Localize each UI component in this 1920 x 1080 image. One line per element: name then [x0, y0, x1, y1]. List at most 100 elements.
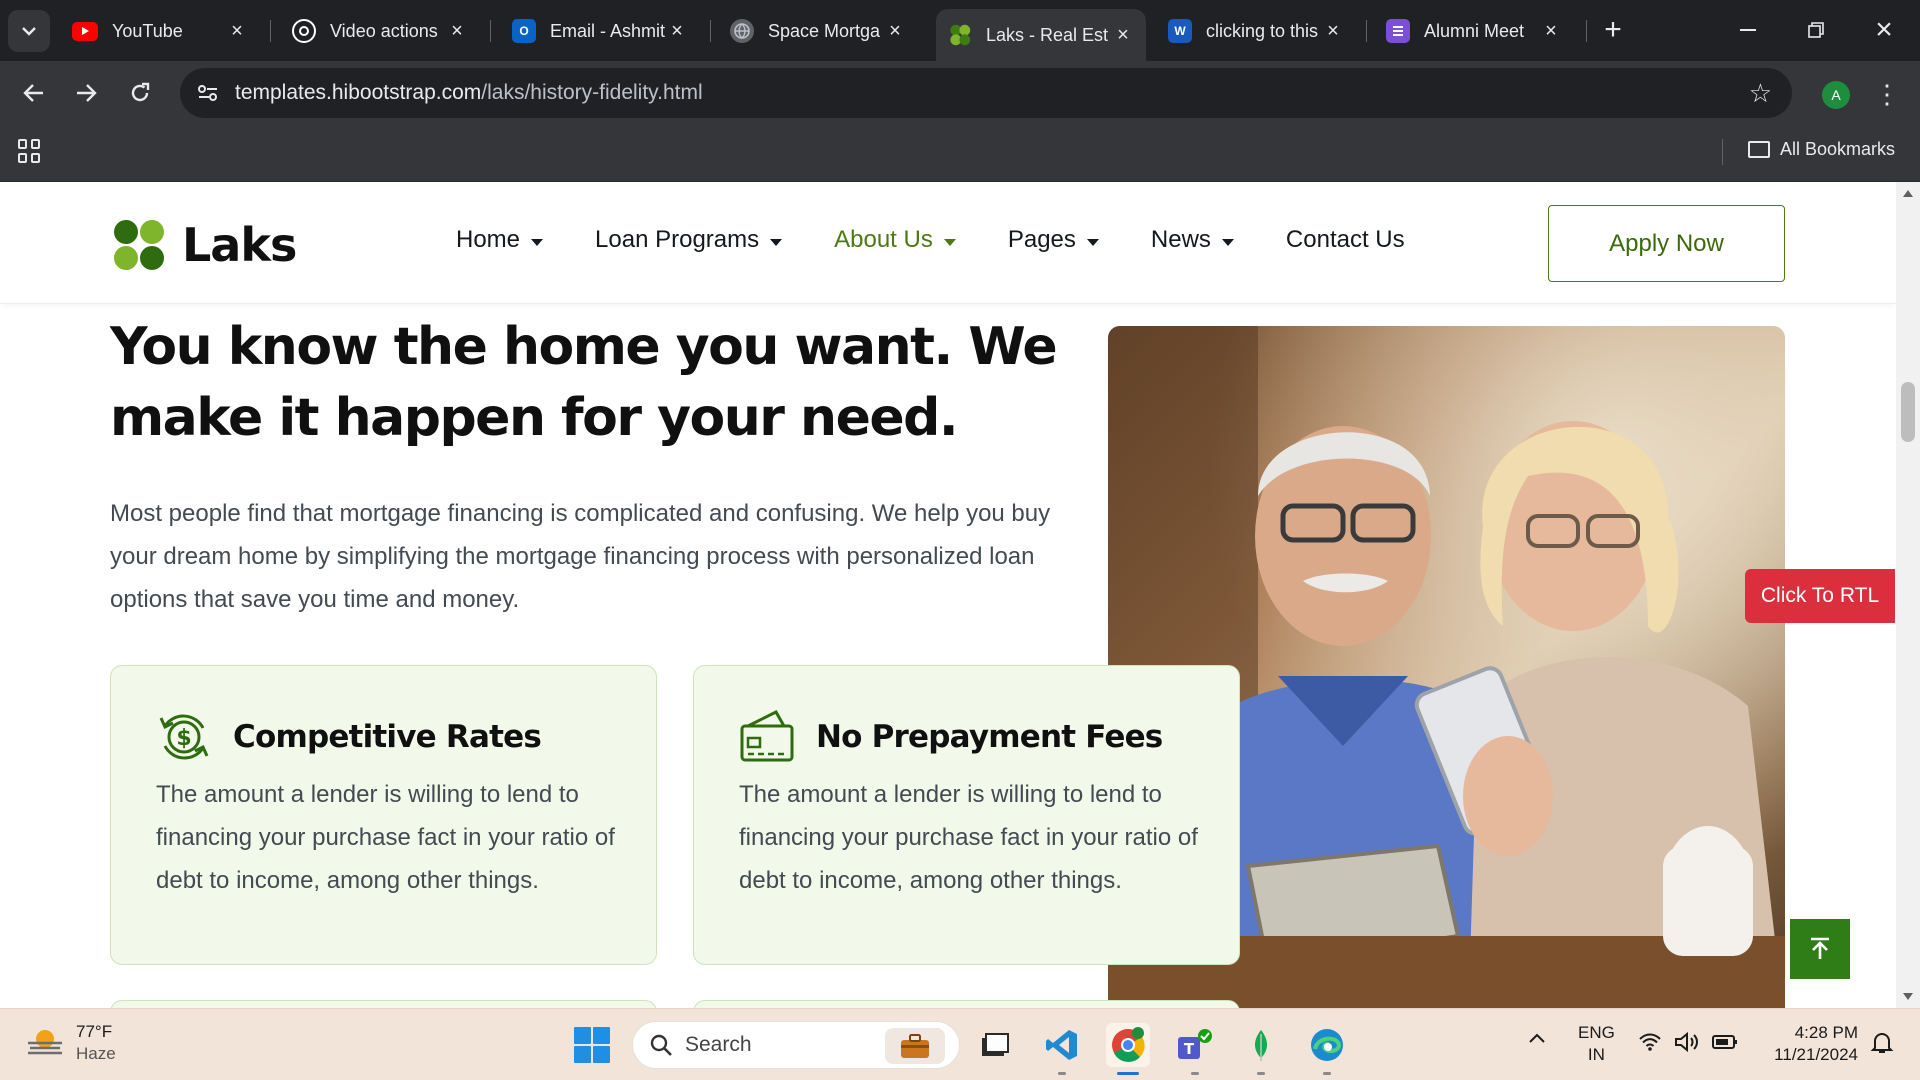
feature-card-competitive-rates: $ Competitive Rates The amount a lender …	[110, 665, 657, 965]
bookmarks-bar: All Bookmarks	[0, 127, 1920, 182]
dollar-cycle-icon: $	[159, 714, 209, 760]
show-hidden-icons-button[interactable]	[1528, 1029, 1546, 1049]
all-bookmarks-button[interactable]: All Bookmarks	[1748, 139, 1895, 160]
globe-icon	[730, 19, 754, 43]
nav-loan-programs[interactable]: Loan Programs	[595, 226, 783, 254]
nav-label: News	[1150, 226, 1211, 253]
chevron-down-icon	[22, 27, 36, 36]
caret-down-icon	[1221, 238, 1234, 246]
search-placeholder: Search	[685, 1033, 752, 1056]
taskbar-search-box[interactable]: Search	[632, 1021, 960, 1069]
close-icon[interactable]: ×	[1322, 20, 1344, 42]
taskbar-chrome[interactable]	[1106, 1023, 1150, 1075]
caret-down-icon	[943, 238, 956, 246]
browser-toolbar: templates.hibootstrap.com/laks/history-f…	[0, 61, 1920, 127]
close-icon[interactable]: ×	[884, 20, 906, 42]
tab-title: Email - Ashmit	[550, 20, 666, 41]
feature-card-no-prepayment-fees: No Prepayment Fees The amount a lender i…	[693, 665, 1240, 965]
back-to-top-button[interactable]	[1790, 919, 1850, 979]
taskbar-clock[interactable]: 4:28 PM 11/21/2024	[1760, 1022, 1858, 1066]
tab-title: Space Mortga	[768, 20, 881, 41]
taskbar-vscode[interactable]	[1040, 1023, 1084, 1075]
scroll-down-icon[interactable]	[1903, 993, 1913, 1000]
apps-grid-icon[interactable]	[18, 139, 42, 163]
close-icon[interactable]: ×	[666, 20, 688, 42]
nav-pages[interactable]: Pages	[1008, 226, 1099, 254]
close-icon[interactable]: ×	[1540, 20, 1562, 42]
bookmark-star-icon[interactable]: ☆	[1749, 78, 1772, 108]
clock-time: 4:28 PM	[1794, 1023, 1858, 1042]
language-code: ENG	[1578, 1023, 1615, 1042]
tab-title: YouTube	[112, 20, 183, 41]
running-indicator	[1058, 1072, 1066, 1075]
close-window-button[interactable]: ×	[1864, 10, 1904, 50]
forms-icon	[1386, 19, 1410, 43]
mongodb-leaf-icon	[1255, 1030, 1267, 1061]
clock-date: 11/21/2024	[1774, 1045, 1858, 1064]
taskbar-mongodb[interactable]	[1239, 1023, 1283, 1075]
site-logo[interactable]: Laks	[110, 216, 297, 274]
forward-button[interactable]	[66, 73, 106, 113]
close-icon[interactable]: ×	[226, 20, 248, 42]
taskbar-teams[interactable]: T	[1173, 1023, 1217, 1075]
laks-icon	[948, 23, 972, 47]
teams-icon: T	[1178, 1029, 1212, 1059]
reload-button[interactable]	[120, 73, 160, 113]
minimize-button[interactable]	[1728, 10, 1768, 50]
youtube-icon	[72, 21, 98, 41]
nav-contact-us[interactable]: Contact Us	[1286, 226, 1405, 254]
weather-widget[interactable]: 77°F Haze	[26, 1021, 116, 1065]
restore-button[interactable]	[1796, 10, 1836, 50]
profile-avatar[interactable]: A	[1822, 81, 1850, 109]
nav-home[interactable]: Home	[456, 226, 544, 254]
weather-description: Haze	[76, 1044, 116, 1063]
tab-video-actions[interactable]: Video actions ×	[280, 9, 480, 53]
battery-icon[interactable]	[1712, 1033, 1738, 1056]
tab-laks-active[interactable]: Laks - Real Est ×	[936, 9, 1146, 61]
briefcase-icon	[885, 1028, 945, 1064]
scrollbar-thumb[interactable]	[1901, 382, 1915, 442]
address-bar[interactable]: templates.hibootstrap.com/laks/history-f…	[180, 68, 1792, 118]
nav-label: Contact Us	[1285, 226, 1405, 253]
windows-start-icon[interactable]	[574, 1027, 610, 1063]
tab-word-doc[interactable]: W clicking to this ×	[1156, 9, 1356, 53]
feature-text: The amount a lender is willing to lend t…	[739, 781, 1198, 894]
url-path: /laks/history-fidelity.html	[481, 81, 703, 104]
taskbar-file-explorer[interactable]	[973, 1023, 1017, 1067]
close-icon[interactable]: ×	[446, 20, 468, 42]
volume-icon[interactable]	[1674, 1031, 1700, 1058]
tab-search-button[interactable]	[8, 10, 50, 52]
laks-clover-icon	[114, 220, 164, 270]
restore-icon	[1808, 22, 1824, 38]
site-info-icon[interactable]	[194, 79, 222, 107]
tab-email[interactable]: O Email - Ashmit ×	[500, 9, 700, 53]
arrow-right-icon	[77, 84, 97, 102]
close-icon[interactable]: ×	[1112, 24, 1134, 46]
click-to-rtl-button[interactable]: Click To RTL	[1745, 569, 1895, 623]
back-button[interactable]	[14, 73, 54, 113]
taskbar-edge[interactable]	[1305, 1023, 1349, 1075]
wifi-icon[interactable]	[1638, 1033, 1662, 1056]
task-view-icon	[982, 1033, 1009, 1056]
tab-alumni-meet[interactable]: Alumni Meet ×	[1374, 9, 1574, 53]
credit-card-icon	[740, 710, 794, 762]
notifications-icon[interactable]	[1870, 1031, 1894, 1060]
apply-now-button[interactable]: Apply Now	[1548, 205, 1785, 282]
page-scrollbar[interactable]	[1896, 182, 1920, 1008]
new-tab-button[interactable]: +	[1593, 10, 1633, 50]
weather-temperature: 77°F	[76, 1022, 113, 1041]
tab-youtube[interactable]: YouTube ×	[60, 9, 260, 53]
browser-menu-icon[interactable]: ⋮	[1872, 79, 1902, 111]
language-indicator[interactable]: ENG IN	[1578, 1022, 1615, 1066]
tab-title: Laks - Real Est	[986, 24, 1109, 45]
svg-text:T: T	[1184, 1040, 1195, 1058]
url-text[interactable]: templates.hibootstrap.com/laks/history-f…	[235, 81, 703, 105]
scroll-up-icon[interactable]	[1903, 190, 1913, 197]
vscode-icon	[1046, 1030, 1077, 1060]
nav-news[interactable]: News	[1151, 226, 1234, 254]
edge-icon	[1311, 1029, 1343, 1061]
nav-about-us[interactable]: About Us	[834, 226, 956, 254]
tab-space-mortgage[interactable]: Space Mortga ×	[718, 9, 918, 53]
browser-tab-strip: YouTube × Video actions × O Email - Ashm…	[0, 0, 1920, 61]
region-code: IN	[1587, 1045, 1605, 1064]
